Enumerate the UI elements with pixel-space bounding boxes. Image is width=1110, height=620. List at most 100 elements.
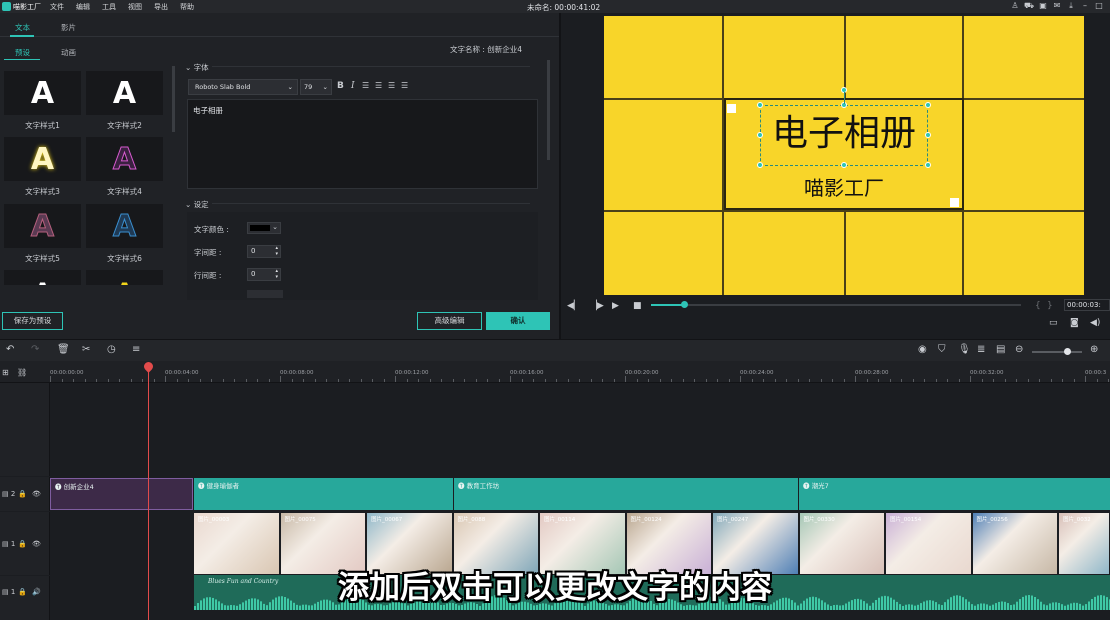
stepper-icon[interactable]: ▴ ▾ — [275, 268, 278, 280]
style-card-2[interactable]: A — [86, 71, 163, 115]
line-spacing-input[interactable]: 0 ▴ ▾ — [247, 268, 281, 281]
align-center-icon[interactable]: ☰ — [375, 81, 382, 90]
resize-handle[interactable] — [841, 162, 847, 168]
italic-button[interactable]: I — [351, 81, 355, 91]
maximize-icon[interactable]: □ — [1092, 1, 1106, 11]
zoom-knob[interactable] — [1064, 348, 1071, 355]
style-card-7[interactable]: A — [4, 270, 81, 285]
account-icon[interactable]: ♙ — [1008, 1, 1022, 11]
lock-icon[interactable]: 🔒 — [18, 540, 27, 548]
style-card-5[interactable]: A — [4, 204, 81, 248]
align-left-icon[interactable]: ☰ — [362, 81, 369, 90]
style-card-3[interactable]: A — [4, 137, 81, 181]
mark-in-icon[interactable]: { — [1035, 301, 1041, 311]
playback-progress[interactable] — [651, 301, 1021, 308]
text-content-input[interactable]: 电子相册 — [187, 99, 538, 189]
speed-icon[interactable]: ◷ — [107, 344, 116, 355]
title-clip-2[interactable]: 🅣 健身瑜伽者 — [194, 478, 453, 510]
add-track-icon[interactable]: ⊞ — [2, 368, 9, 377]
font-family-select[interactable]: Roboto Slab Bold ⌄ — [188, 79, 298, 95]
zoom-out-icon[interactable]: ⊖ — [1015, 344, 1023, 355]
step-forward-icon[interactable]: ▕▶︎ — [590, 301, 604, 311]
menu-view[interactable]: 视图 — [128, 2, 142, 12]
selection-box[interactable] — [760, 105, 928, 166]
letter-spacing-value: 0 — [251, 247, 256, 255]
resize-handle[interactable] — [757, 132, 763, 138]
ruler-tick — [153, 379, 155, 382]
mixer-icon[interactable]: ≣ — [977, 344, 985, 355]
render-preview-icon[interactable]: ◉ — [918, 344, 927, 355]
alignment-control[interactable] — [247, 290, 283, 298]
mail-icon[interactable]: ✉ — [1050, 1, 1064, 11]
align-justify-icon[interactable]: ☰ — [401, 81, 408, 90]
title-clip-3[interactable]: 🅣 教育工作坊 — [454, 478, 798, 510]
preview-canvas[interactable]: 电子相册 喵影工厂 — [604, 16, 1084, 295]
save-icon[interactable]: ▣ — [1036, 1, 1050, 11]
style-preview: A — [112, 75, 137, 111]
snapshot-icon[interactable]: ◙ — [1070, 318, 1079, 328]
mark-out-icon[interactable]: } — [1047, 301, 1053, 311]
redo-icon[interactable]: ↷ — [31, 344, 39, 355]
download-icon[interactable]: ⤓ — [1064, 1, 1078, 11]
style-card-6[interactable]: A — [86, 204, 163, 248]
lock-icon[interactable]: 🔒 — [18, 490, 27, 498]
adjust-icon[interactable]: ≡ — [132, 344, 140, 355]
settings-scrollbar[interactable] — [547, 60, 550, 160]
bold-button[interactable]: B — [337, 81, 344, 91]
tab-film[interactable]: 影片 — [61, 22, 76, 33]
style-preview: A — [30, 75, 55, 111]
volume-icon[interactable]: ◀) — [1090, 318, 1100, 328]
minimize-icon[interactable]: – — [1078, 1, 1092, 11]
cart-icon[interactable]: ⛟ — [1022, 1, 1036, 11]
clip-name: 创新企业4 — [63, 483, 94, 491]
menu-tools[interactable]: 工具 — [102, 2, 116, 12]
font-size-select[interactable]: 79 ⌄ — [300, 79, 332, 95]
align-right-icon[interactable]: ☰ — [388, 81, 395, 90]
timeline-ruler[interactable]: ⊞ ⛓ 00:00:00:00 00:00:04:00 00:00:08:00 00:… — [0, 361, 1110, 383]
title-sub-text[interactable]: 喵影工厂 — [604, 172, 1084, 201]
confirm-button[interactable]: 确认 — [486, 312, 550, 330]
clip-name: 图片_00067 — [371, 517, 403, 523]
zoom-slider[interactable] — [1032, 348, 1082, 355]
menu-export[interactable]: 导出 — [154, 2, 168, 12]
eye-icon[interactable]: 👁 — [32, 540, 41, 548]
marker-icon[interactable]: ⛉ — [938, 344, 946, 355]
resize-handle[interactable] — [925, 162, 931, 168]
style-preview: A — [112, 141, 137, 177]
undo-icon[interactable]: ↶ — [6, 344, 14, 355]
tab-text[interactable]: 文本 — [15, 22, 30, 33]
eye-icon[interactable]: 👁 — [32, 490, 41, 498]
letter-spacing-label: 字间距 : — [194, 248, 222, 257]
title-clip-1[interactable]: 🅣 创新企业4 — [50, 478, 193, 510]
resize-handle[interactable] — [757, 162, 763, 168]
style-grid-scrollbar[interactable] — [172, 66, 175, 132]
resize-handle[interactable] — [925, 132, 931, 138]
split-screen-icon[interactable]: ▤ — [996, 344, 1005, 355]
menu-help[interactable]: 帮助 — [180, 2, 194, 12]
save-preset-button[interactable]: 保存为预设 — [2, 312, 63, 330]
cut-icon[interactable]: ✂ — [82, 344, 90, 355]
menu-edit[interactable]: 编辑 — [76, 2, 90, 12]
play-icon[interactable]: ▶ — [612, 301, 619, 311]
letter-spacing-input[interactable]: 0 ▴ ▾ — [247, 245, 281, 258]
menu-file[interactable]: 文件 — [50, 2, 64, 12]
resize-handle[interactable] — [925, 102, 931, 108]
style-card-1[interactable]: A — [4, 71, 81, 115]
render-icon[interactable]: ▭ — [1049, 318, 1058, 328]
resize-handle[interactable] — [757, 102, 763, 108]
stepper-icon[interactable]: ▴ ▾ — [275, 245, 278, 257]
link-icon[interactable]: ⛓ — [17, 368, 27, 377]
text-color-picker[interactable]: ⌄ — [247, 222, 281, 234]
zoom-in-icon[interactable]: ⊕ — [1090, 344, 1098, 355]
title-clip-4[interactable]: 🅣 潮光7 — [799, 478, 1110, 510]
step-back-icon[interactable]: ◀︎▏ — [567, 301, 581, 311]
microphone-icon[interactable]: 🎙 — [958, 344, 971, 355]
delete-icon[interactable]: 🗑 — [57, 344, 70, 355]
clip-name: 图片_00256 — [976, 517, 1008, 523]
stop-icon[interactable]: ■ — [633, 301, 642, 311]
advanced-edit-button[interactable]: 高级编辑 — [417, 312, 482, 330]
ruler-label: 00:00:16:00 — [510, 370, 544, 376]
style-card-4[interactable]: A — [86, 137, 163, 181]
style-card-8[interactable]: A — [86, 270, 163, 285]
ruler-tick — [360, 379, 362, 382]
